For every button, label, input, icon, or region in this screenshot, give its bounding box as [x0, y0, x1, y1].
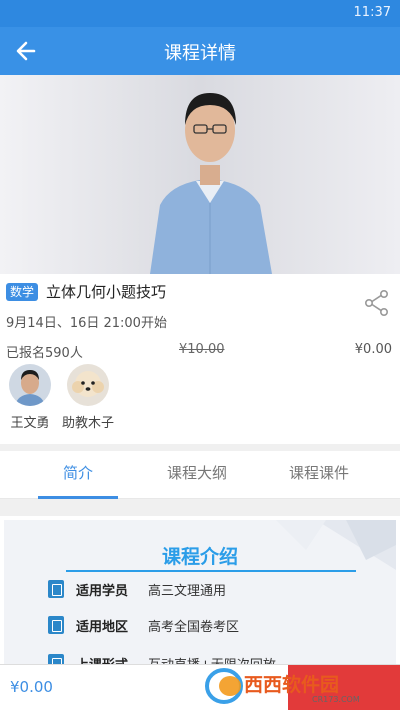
page-title: 课程详情: [164, 43, 236, 64]
course-schedule: 9月14日、16日 21:00开始: [6, 316, 167, 331]
teacher-card[interactable]: 王文勇: [2, 364, 58, 431]
intro-label: 适用地区: [76, 620, 129, 635]
assistant-card[interactable]: 助教木子: [60, 364, 116, 431]
current-price: ¥0.00: [354, 342, 392, 357]
watermark-text: 西西软件园: [244, 673, 339, 696]
original-price: ¥10.00: [179, 342, 225, 357]
status-bar: 11:37: [0, 0, 400, 27]
course-tabs: 简介 课程大纲 课程课件: [0, 451, 400, 499]
status-time: 11:37: [353, 5, 391, 20]
watermark-logo: 西西软件园 CR173.COM: [205, 668, 360, 704]
intro-heading: 课程介绍: [161, 546, 238, 568]
share-icon[interactable]: [362, 288, 392, 318]
enrolled-count: 已报名590人: [6, 346, 83, 361]
course-cover-image: [0, 75, 400, 274]
course-title: 立体几何小题技巧: [46, 283, 167, 301]
intro-divider: [66, 570, 356, 572]
intro-label: 适用学员: [76, 584, 129, 599]
course-info-panel: 数学 立体几何小题技巧 9月14日、16日 21:00开始 已报名590人 ¥1…: [0, 274, 400, 444]
teacher-name: 王文勇: [10, 416, 50, 431]
avatar: [67, 364, 109, 406]
tab-syllabus[interactable]: 课程大纲: [152, 451, 242, 499]
assistant-name: 助教木子: [61, 416, 114, 431]
watermark-subtext: CR173.COM: [312, 695, 360, 704]
subject-badge: 数学: [6, 283, 39, 301]
bottom-price: ¥0.00: [10, 678, 53, 696]
active-tab-indicator: [38, 496, 118, 499]
app-bar: 课程详情: [0, 27, 400, 75]
intro-value: 高考全国卷考区: [148, 620, 240, 635]
person-icon: [48, 580, 64, 598]
tab-intro[interactable]: 简介: [38, 451, 118, 499]
avatar: [9, 364, 51, 406]
map-icon: [48, 616, 64, 634]
tab-courseware[interactable]: 课程课件: [274, 451, 364, 499]
intro-value: 高三文理通用: [148, 584, 227, 599]
